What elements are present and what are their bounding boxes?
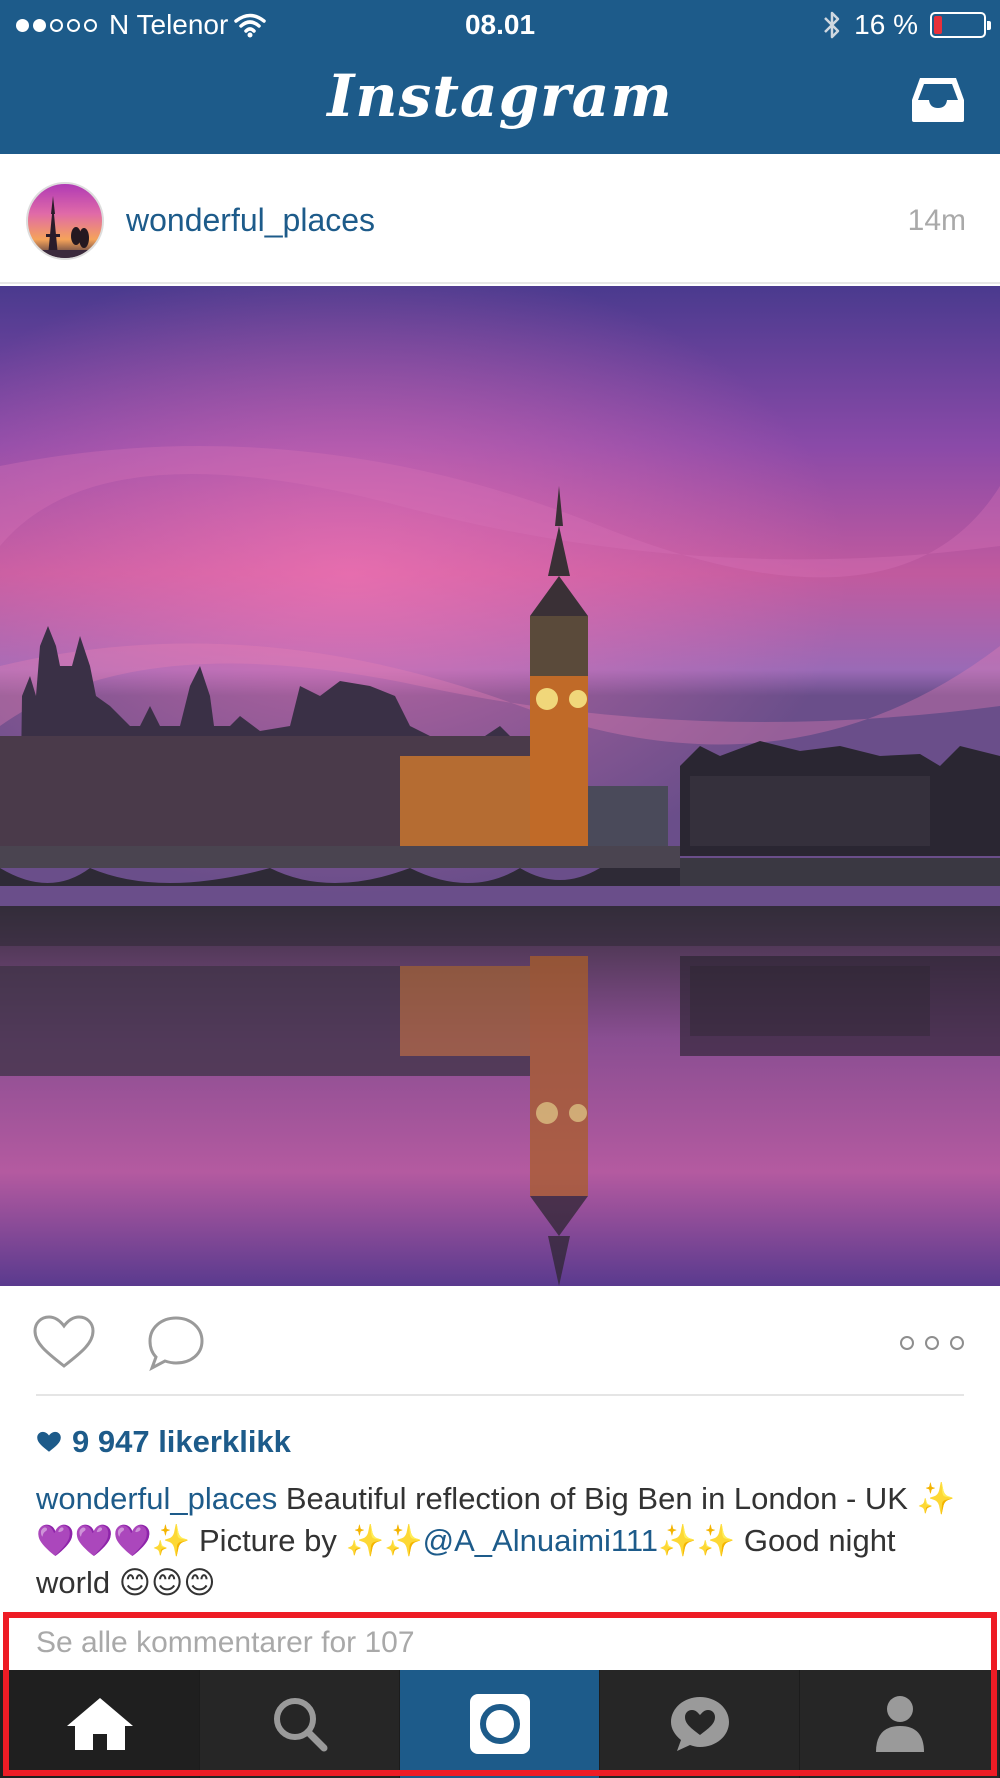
likes-text: 9 947 likerklikk bbox=[72, 1424, 291, 1459]
tab-search[interactable] bbox=[200, 1670, 400, 1778]
heart-filled-icon bbox=[37, 1431, 61, 1452]
post-actions bbox=[0, 1286, 1000, 1396]
battery-icon bbox=[930, 12, 991, 38]
ellipsis-dot bbox=[925, 1336, 939, 1350]
post-photo[interactable] bbox=[0, 286, 1000, 1286]
battery-level bbox=[934, 16, 942, 34]
camera-icon bbox=[469, 1694, 530, 1754]
likes-count[interactable]: 9 947 likerklikk bbox=[36, 1424, 291, 1460]
caption-mention[interactable]: @A_Alnuaimi111 bbox=[423, 1523, 658, 1558]
tab-home[interactable] bbox=[0, 1670, 200, 1778]
home-icon bbox=[66, 1698, 133, 1750]
avatar-image bbox=[28, 196, 102, 258]
app-logo: Instagram bbox=[327, 62, 673, 130]
search-icon bbox=[273, 1698, 327, 1752]
avatar[interactable] bbox=[26, 182, 104, 260]
speech-bubble-icon[interactable] bbox=[146, 1314, 206, 1372]
tab-profile[interactable] bbox=[800, 1670, 1000, 1778]
heart-bubble-icon bbox=[670, 1697, 729, 1751]
inbox-tray-icon[interactable] bbox=[910, 76, 966, 124]
bluetooth-icon bbox=[824, 11, 840, 39]
status-right: 16 % bbox=[822, 9, 991, 41]
tab-activity[interactable] bbox=[600, 1670, 800, 1778]
tab-camera[interactable] bbox=[400, 1670, 600, 1778]
photo-image bbox=[0, 286, 1000, 1286]
caption-username[interactable]: wonderful_places bbox=[36, 1481, 277, 1516]
post-username[interactable]: wonderful_places bbox=[126, 202, 375, 239]
divider bbox=[36, 1394, 964, 1396]
battery-percent: 16 % bbox=[854, 9, 918, 40]
top-bar: N Telenor 08.01 16 % Instagram bbox=[0, 0, 1000, 154]
view-all-comments-link[interactable]: Se alle kommentarer for 107 bbox=[36, 1626, 415, 1660]
profile-icon bbox=[875, 1696, 924, 1752]
post-timestamp: 14m bbox=[907, 204, 966, 237]
status-bar: N Telenor 08.01 16 % bbox=[0, 0, 1000, 52]
ellipsis-dot bbox=[900, 1336, 914, 1350]
post-header: wonderful_places 14m bbox=[0, 154, 1000, 284]
ellipsis-icon[interactable] bbox=[900, 1332, 964, 1354]
tab-bar bbox=[0, 1670, 1000, 1778]
ellipsis-dot bbox=[950, 1336, 964, 1350]
post-caption: wonderful_places Beautiful reflection of… bbox=[36, 1478, 966, 1604]
heart-outline-icon[interactable] bbox=[32, 1314, 96, 1370]
